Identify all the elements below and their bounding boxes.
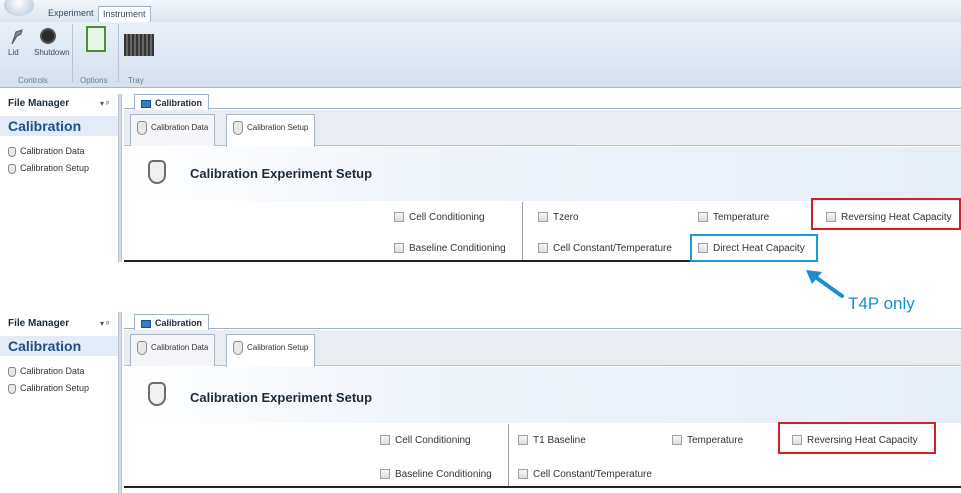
document-icon [141, 99, 151, 108]
flask-icon [233, 121, 243, 135]
checkbox-label: Temperature [687, 435, 744, 446]
column-separator [508, 424, 509, 486]
checkbox-icon [518, 469, 528, 480]
checkbox-baseline-conditioning[interactable]: Baseline Conditioning [394, 243, 506, 254]
flask-icon [8, 383, 16, 394]
doc-tab-calibration[interactable]: Calibration [134, 94, 210, 110]
shutdown-icon[interactable] [40, 28, 56, 44]
checkbox-icon [538, 243, 548, 254]
flask-icon [148, 160, 166, 184]
arrow-icon [800, 264, 850, 304]
doc-tab-label: Calibration [155, 318, 203, 328]
checkbox-icon [672, 435, 682, 446]
flask-icon [8, 146, 16, 157]
doc-tab-baseline [124, 328, 961, 329]
highlight-box-red [811, 198, 961, 230]
tab-label: Calibration Setup [247, 123, 309, 133]
flask-icon [137, 121, 147, 135]
checkbox-icon [380, 469, 390, 480]
checkbox-temperature[interactable]: Temperature [698, 212, 769, 223]
panel-item-calibration-setup[interactable]: Calibration Setup [8, 163, 89, 174]
checkbox-tzero[interactable]: Tzero [538, 212, 579, 223]
panel-item-label: Calibration Data [20, 146, 85, 156]
checkbox-cell-conditioning[interactable]: Cell Conditioning [380, 435, 471, 446]
flask-icon [148, 382, 166, 406]
checkbox-t1-baseline[interactable]: T1 Baseline [518, 435, 586, 446]
ribbon-tab-experiment[interactable]: Experiment [44, 6, 98, 22]
tab-label: Calibration Data [151, 343, 209, 353]
panel-item-calibration-setup[interactable]: Calibration Setup [8, 383, 89, 394]
checkbox-cell-conditioning[interactable]: Cell Conditioning [394, 212, 485, 223]
checkbox-label: T1 Baseline [533, 435, 586, 446]
setup-title: Calibration Experiment Setup [190, 166, 373, 181]
highlight-box-blue [690, 234, 818, 262]
flask-icon [233, 341, 243, 355]
group-label-controls: Controls [18, 76, 48, 85]
panel-splitter[interactable] [118, 312, 122, 493]
ribbon-tab-instrument[interactable]: Instrument [98, 6, 151, 22]
tab-calibration-data[interactable]: Calibration Data [130, 114, 216, 146]
tray-icon[interactable] [124, 34, 154, 56]
panel-item-label: Calibration Setup [20, 383, 90, 393]
doc-tab-calibration[interactable]: Calibration [134, 314, 210, 330]
checkbox-temperature[interactable]: Temperature [672, 435, 743, 446]
panel-title: Calibration [0, 336, 118, 356]
shutdown-button-label[interactable]: Shutdown [34, 48, 70, 57]
checkbox-baseline-conditioning[interactable]: Baseline Conditioning [380, 469, 492, 480]
file-manager-header: File Manager [8, 98, 70, 109]
group-label-tray: Tray [128, 76, 144, 85]
lid-icon[interactable] [10, 28, 24, 46]
checkbox-icon [394, 243, 404, 254]
panel-item-calibration-data[interactable]: Calibration Data [8, 366, 85, 377]
file-manager-header: File Manager [8, 318, 70, 329]
panel-item-label: Calibration Setup [20, 163, 90, 173]
options-icon[interactable] [86, 26, 106, 52]
group-label-options: Options [80, 76, 108, 85]
group-separator [118, 24, 119, 82]
checkbox-icon [518, 435, 528, 446]
annotation-label: T4P only [848, 294, 915, 313]
checkbox-icon [380, 435, 390, 446]
group-separator [72, 24, 73, 82]
panel-item-label: Calibration Data [20, 366, 85, 376]
checkbox-label: Tzero [553, 212, 579, 223]
flask-icon [8, 163, 16, 174]
section-bottom-border [124, 260, 690, 262]
checkbox-icon [538, 212, 548, 223]
lid-button-label[interactable]: Lid [8, 48, 19, 57]
column-separator [522, 202, 523, 260]
panel-pin-icon[interactable]: ▾ ᵖ [100, 99, 109, 108]
panel-item-calibration-data[interactable]: Calibration Data [8, 146, 85, 157]
checkbox-label: Temperature [713, 212, 770, 223]
checkbox-label: Cell Constant/Temperature [553, 243, 672, 254]
panel-title: Calibration [0, 116, 118, 136]
checkbox-label: Baseline Conditioning [409, 243, 506, 254]
tab-calibration-setup[interactable]: Calibration Setup [226, 334, 316, 367]
checkbox-label: Cell Constant/Temperature [533, 469, 652, 480]
tab-label: Calibration Setup [247, 343, 309, 353]
doc-tab-baseline [124, 108, 961, 109]
section-bottom-border [124, 486, 961, 488]
checkbox-icon [698, 212, 708, 223]
panel-pin-icon[interactable]: ▾ ᵖ [100, 319, 109, 328]
checkbox-label: Baseline Conditioning [395, 469, 492, 480]
highlight-box-red [778, 422, 936, 454]
flask-icon [8, 366, 16, 377]
checkbox-label: Cell Conditioning [409, 212, 485, 223]
document-icon [141, 319, 151, 328]
tab-calibration-setup[interactable]: Calibration Setup [226, 114, 316, 147]
tab-label: Calibration Data [151, 123, 209, 133]
checkbox-cell-constant-temperature[interactable]: Cell Constant/Temperature [518, 469, 652, 480]
flask-icon [137, 341, 147, 355]
setup-title: Calibration Experiment Setup [190, 390, 373, 405]
checkbox-label: Cell Conditioning [395, 435, 471, 446]
panel-splitter[interactable] [118, 94, 122, 262]
checkbox-cell-constant-temperature[interactable]: Cell Constant/Temperature [538, 243, 672, 254]
tab-calibration-data[interactable]: Calibration Data [130, 334, 216, 366]
doc-tab-label: Calibration [155, 98, 203, 108]
checkbox-icon [394, 212, 404, 223]
